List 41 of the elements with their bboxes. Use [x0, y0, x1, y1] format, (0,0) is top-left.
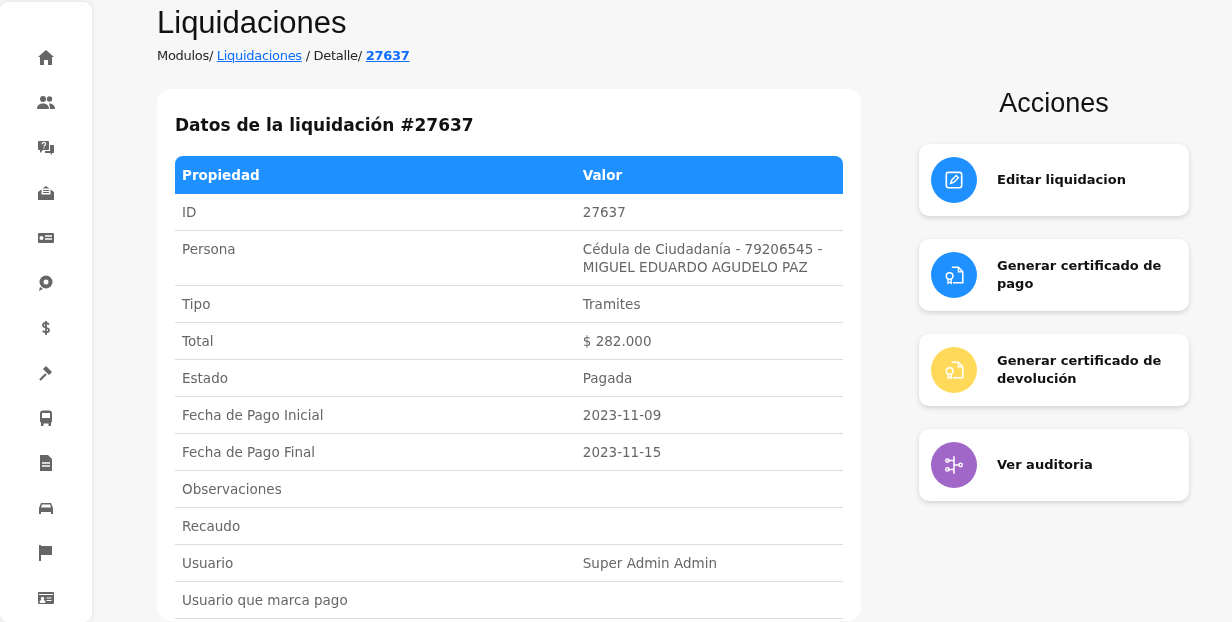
table-cell: Fecha de Pago Inicial	[175, 397, 576, 435]
table-cell: Usuario	[175, 545, 576, 583]
action-button[interactable]: Generar certificado de devolución	[919, 334, 1189, 406]
table-cell: Recaudo	[175, 508, 576, 546]
table-cell: Estado	[175, 360, 576, 398]
users-icon[interactable]	[37, 94, 55, 112]
breadcrumb-text: / Detalle/	[305, 48, 362, 64]
column-header: Propiedad	[175, 156, 576, 195]
table-cell: Cédula de Ciudadanía - 79206545 - MIGUEL EDUARDO AGUDELO PAZ	[575, 231, 843, 287]
bus-icon[interactable]	[37, 409, 55, 427]
column-header: Valor	[575, 156, 843, 195]
table-cell: Total	[175, 323, 576, 361]
flag-icon[interactable]	[37, 544, 55, 562]
document-icon[interactable]	[37, 454, 55, 472]
envelope-icon[interactable]	[37, 184, 55, 202]
table-cell: ID	[175, 194, 576, 232]
breadcrumb-link[interactable]: 27637	[365, 48, 410, 64]
card-title: Datos de la liquidación #27637	[175, 114, 475, 136]
table-cell: Tipo	[175, 286, 576, 324]
gavel-icon[interactable]	[37, 364, 55, 382]
id-card-icon[interactable]	[37, 589, 55, 607]
table-cell: Persona	[175, 231, 576, 287]
table-cell: Tramites	[575, 286, 843, 324]
breadcrumb-text: Modulos/	[157, 48, 213, 64]
breadcrumb-link[interactable]: Liquidaciones	[216, 48, 302, 64]
action-button[interactable]: Editar liquidacion	[919, 144, 1189, 216]
actions-title: Acciones	[998, 90, 1110, 117]
chat-question-icon[interactable]	[37, 139, 55, 157]
table-cell: 27637	[575, 194, 843, 232]
action-button[interactable]: Ver auditoria	[919, 429, 1189, 501]
page-title: Liquidaciones	[157, 4, 348, 42]
table-cell: 2023-11-15	[575, 434, 843, 472]
table-cell: 2023-11-09	[575, 397, 843, 435]
table-cell: Usuario que marca pago	[175, 582, 576, 620]
table-cell: Observaciones	[175, 471, 576, 509]
table-cell: Pagada	[575, 360, 843, 398]
table-cell: Super Admin Admin	[575, 545, 843, 583]
table-cell: $ 282.000	[575, 323, 843, 361]
action-button[interactable]: Generar certificado de pago	[919, 239, 1189, 311]
table-cell: Fecha de Pago Final	[175, 434, 576, 472]
home-icon[interactable]	[37, 49, 55, 67]
